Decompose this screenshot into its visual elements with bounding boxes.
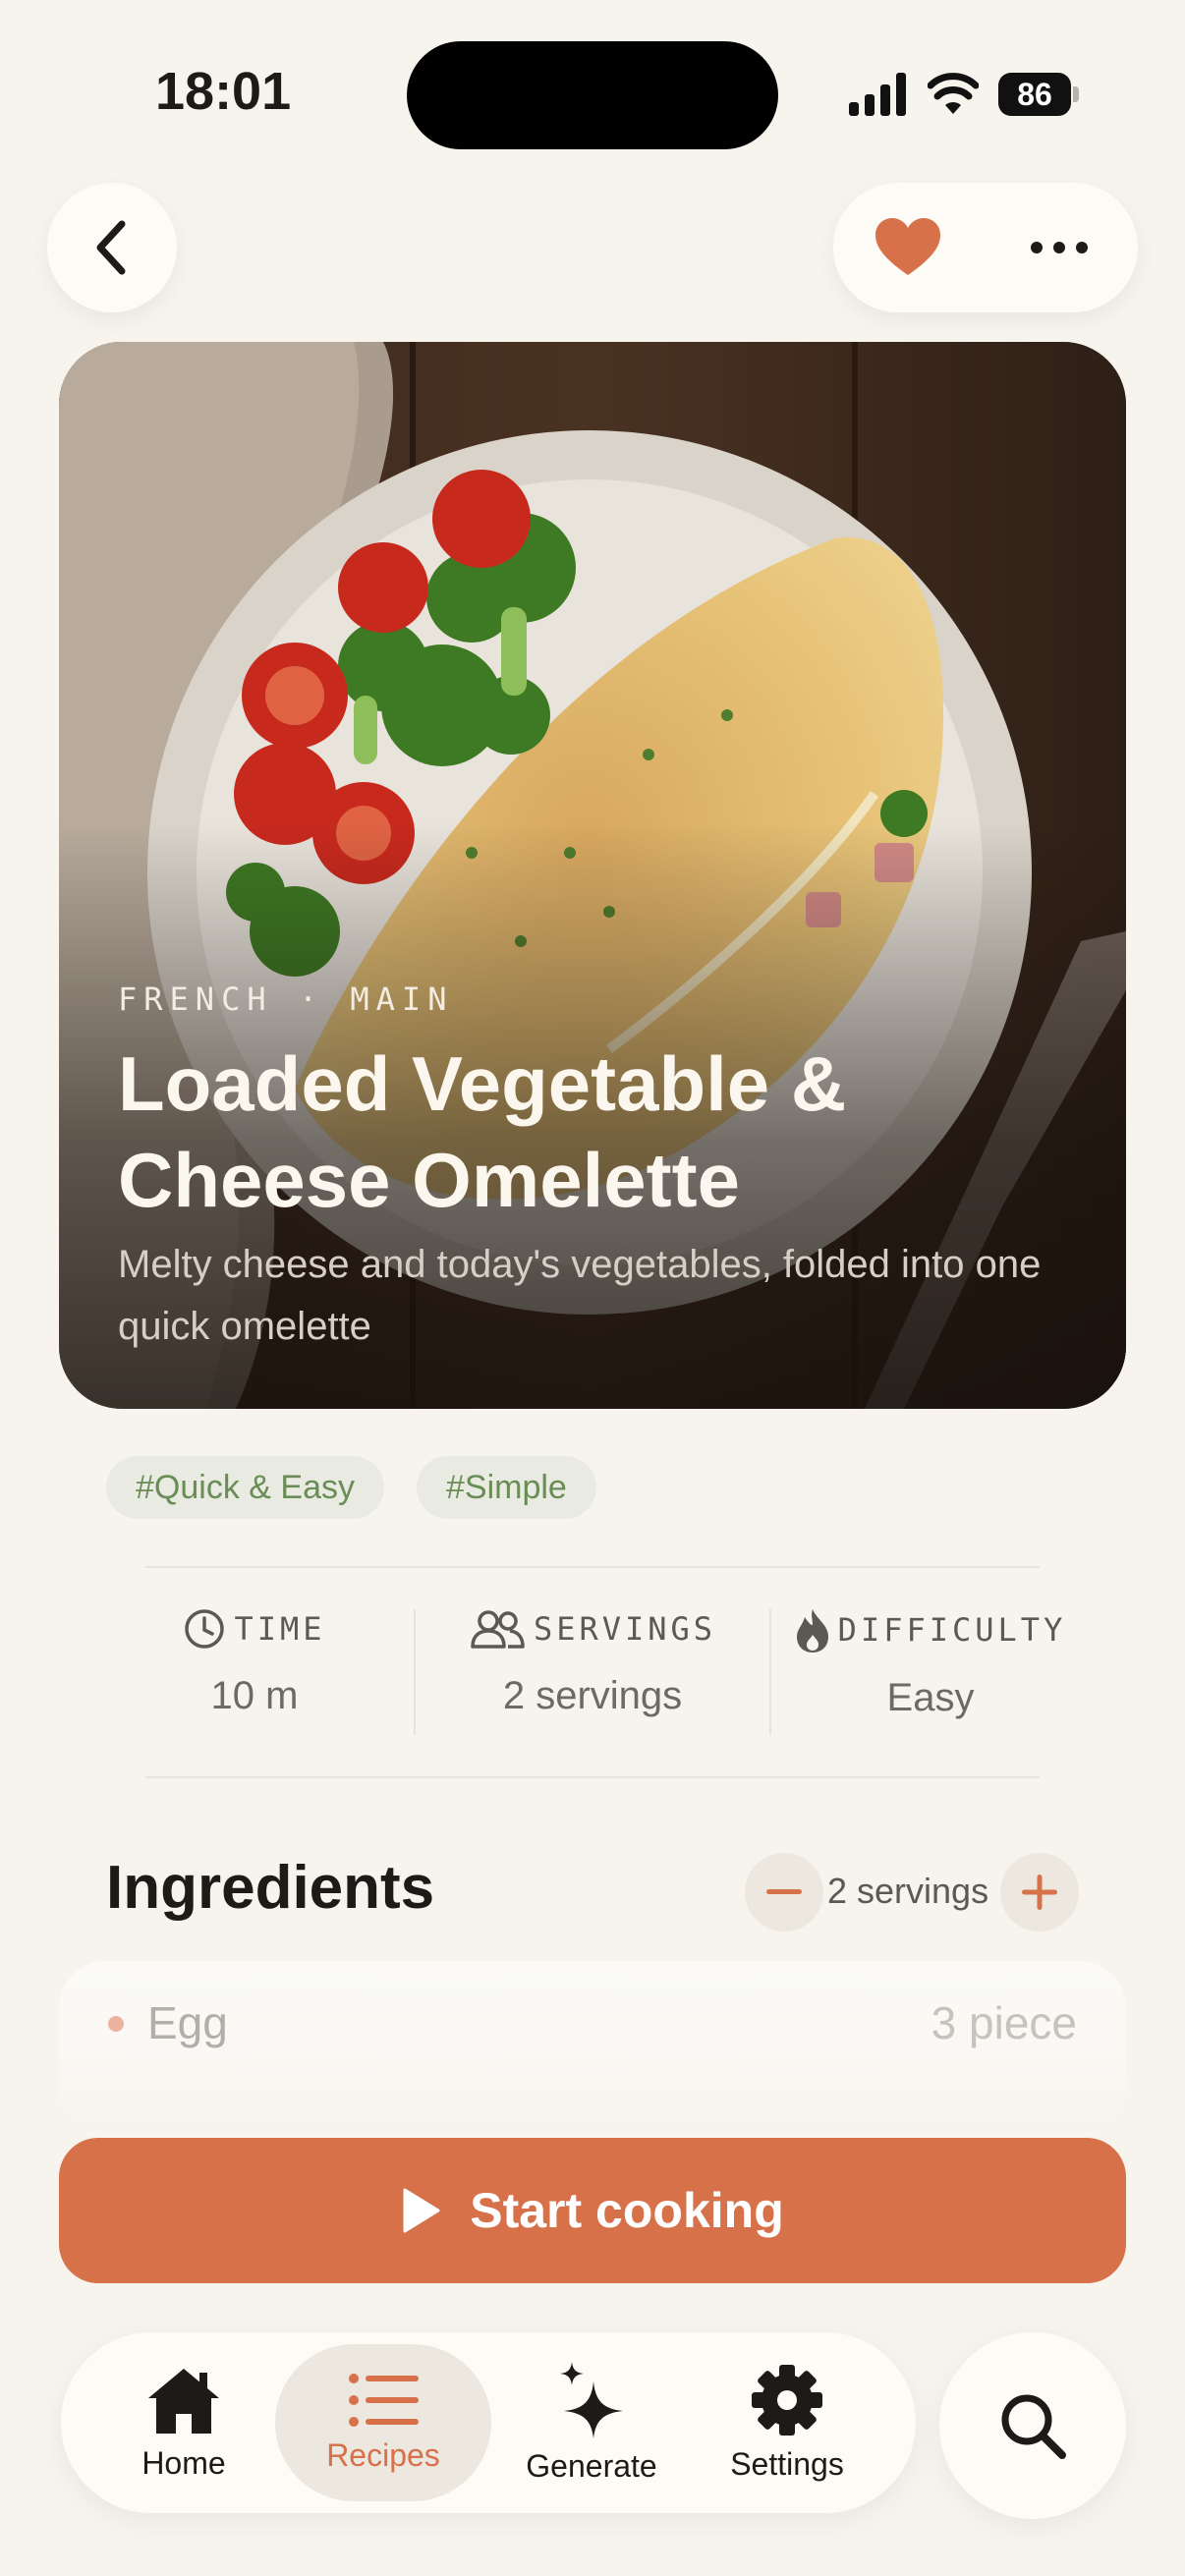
- start-cooking-button[interactable]: Start cooking: [59, 2138, 1126, 2283]
- heart-icon: [875, 218, 940, 275]
- clock-icon: [185, 1609, 225, 1649]
- decrease-servings-button[interactable]: [745, 1853, 823, 1932]
- recipe-title: Loaded Vegetable & Cheese Omelette: [118, 1040, 847, 1223]
- stat-time-label: TIME: [234, 1610, 326, 1648]
- tab-home-label: Home: [141, 2444, 226, 2481]
- header-actions: [833, 183, 1138, 312]
- ellipsis-icon: [1031, 242, 1088, 253]
- plus-icon: [1022, 1875, 1057, 1910]
- tab-settings[interactable]: Settings: [713, 2332, 861, 2513]
- gear-icon: [752, 2364, 822, 2436]
- tag-chip[interactable]: #Quick & Easy: [106, 1456, 384, 1519]
- stat-servings-value: 2 servings: [502, 1674, 683, 1717]
- stat-servings-label: SERVINGS: [533, 1610, 717, 1648]
- ingredient-quantity: 3 piece: [931, 1997, 1077, 2048]
- status-time: 18:01: [155, 62, 292, 121]
- ingredient-name: Egg: [147, 1997, 228, 2048]
- dynamic-island: [407, 41, 778, 149]
- back-button[interactable]: [47, 183, 177, 312]
- stat-time: TIME 10 m: [92, 1607, 417, 1718]
- divider: [145, 1776, 1040, 1778]
- recipe-hero: FRENCH · MAIN Loaded Vegetable & Cheese …: [59, 342, 1126, 1409]
- people-icon: [471, 1610, 525, 1649]
- tab-generate-label: Generate: [526, 2447, 657, 2484]
- tab-settings-label: Settings: [730, 2445, 844, 2482]
- wifi-icon: [928, 73, 979, 114]
- tab-bar: Home Recipes Generate Settings: [61, 2332, 916, 2513]
- recipe-subtitle: Melty cheese and today's vegetables, fol…: [118, 1243, 1042, 1348]
- battery-level: 86: [998, 73, 1071, 116]
- recipe-category: FRENCH · MAIN: [118, 980, 454, 1018]
- scroll-fade: [0, 2053, 1185, 2132]
- stat-servings: SERVINGS 2 servings: [430, 1607, 755, 1718]
- start-cooking-label: Start cooking: [470, 2183, 784, 2238]
- search-icon: [1001, 2394, 1066, 2459]
- tab-recipes[interactable]: Recipes: [275, 2344, 491, 2501]
- flame-icon: [796, 1609, 828, 1652]
- tag-chip[interactable]: #Simple: [417, 1456, 596, 1519]
- tab-generate[interactable]: Generate: [513, 2332, 670, 2513]
- minus-icon: [766, 1889, 802, 1894]
- favorite-button[interactable]: [873, 212, 943, 283]
- increase-servings-button[interactable]: [1000, 1853, 1079, 1932]
- search-button[interactable]: [939, 2332, 1126, 2519]
- bullet: [108, 2016, 124, 2032]
- tab-home[interactable]: Home: [120, 2332, 248, 2513]
- stat-time-value: 10 m: [210, 1674, 299, 1717]
- divider: [414, 1609, 416, 1735]
- list-icon: [349, 2373, 419, 2427]
- ingredients-title: Ingredients: [106, 1854, 435, 1922]
- divider: [145, 1566, 1040, 1568]
- more-button[interactable]: [1020, 212, 1099, 283]
- stat-difficulty-label: DIFFICULTY: [837, 1611, 1067, 1649]
- tab-recipes-label: Recipes: [326, 2436, 440, 2473]
- play-icon: [403, 2188, 440, 2233]
- stat-difficulty: DIFFICULTY Easy: [768, 1607, 1093, 1720]
- house-icon: [148, 2368, 219, 2434]
- chevron-left-icon: [96, 220, 126, 275]
- stat-difficulty-value: Easy: [886, 1676, 975, 1719]
- sparkle-icon: [560, 2361, 623, 2438]
- battery-icon: 86: [998, 73, 1079, 116]
- servings-count: 2 servings: [827, 1871, 989, 1911]
- signal-icon: [849, 73, 906, 116]
